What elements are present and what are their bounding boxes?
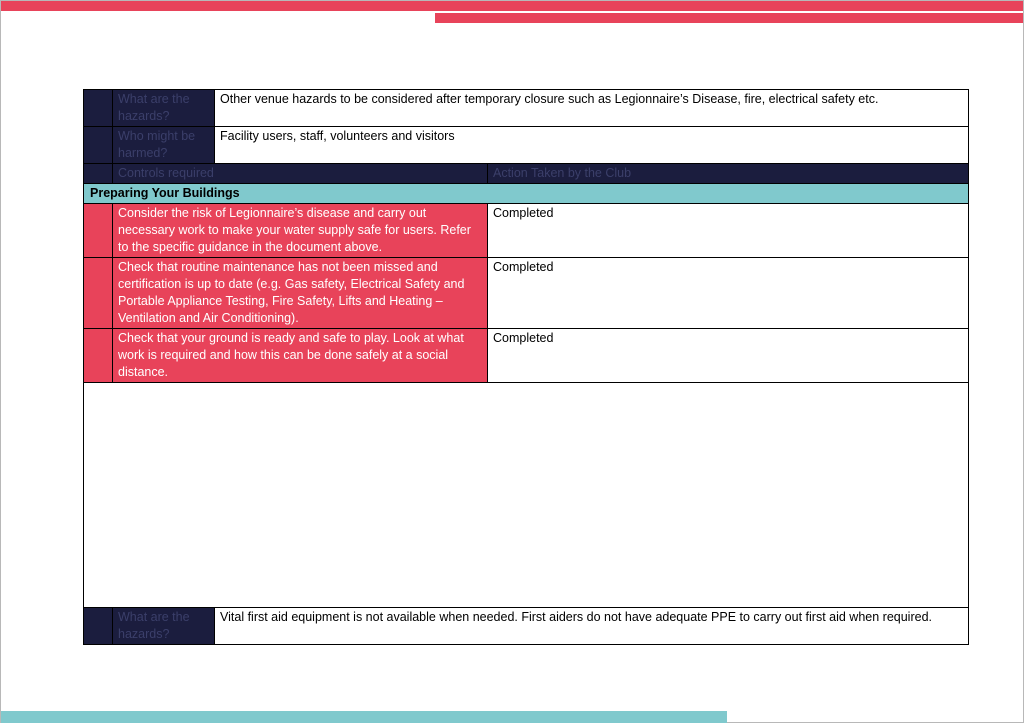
hazards-row: What are the hazards? Vital first aid eq… [83, 607, 970, 645]
bottom-accent-bar [1, 711, 727, 723]
hazards-text: Other venue hazards to be considered aft… [213, 89, 970, 127]
control-row: Check that your ground is ready and safe… [83, 328, 970, 383]
action-text: Completed [486, 257, 970, 329]
controls-header-row: Controls required Action Taken by the Cl… [83, 163, 970, 184]
row-marker [83, 163, 113, 184]
row-marker [83, 126, 113, 164]
controls-header: Controls required [112, 163, 488, 184]
control-row: Check that routine maintenance has not b… [83, 257, 970, 329]
action-text: Completed [486, 203, 970, 258]
row-marker [83, 203, 113, 258]
document-page: What are the hazards? Other venue hazard… [0, 0, 1024, 723]
control-text: Check that routine maintenance has not b… [112, 257, 488, 329]
row-marker [83, 257, 113, 329]
row-marker [83, 89, 113, 127]
hazards-row: What are the hazards? Other venue hazard… [83, 89, 970, 127]
control-row: Consider the risk of Legionnaire’s disea… [83, 203, 970, 258]
hazards-text: Vital first aid equipment is not availab… [213, 607, 970, 645]
harmed-text: Facility users, staff, volunteers and vi… [213, 126, 970, 164]
top-accent-bar-right [435, 1, 1023, 23]
risk-assessment-table: What are the hazards? Other venue hazard… [82, 89, 970, 645]
row-marker [83, 607, 113, 645]
action-text: Completed [486, 328, 970, 383]
hazards-label: What are the hazards? [112, 607, 215, 645]
hazards-label: What are the hazards? [112, 89, 215, 127]
section-heading: Preparing Your Buildings [82, 183, 970, 204]
blank-area [82, 382, 970, 608]
action-header: Action Taken by the Club [486, 163, 970, 184]
row-marker [83, 328, 113, 383]
harmed-label: Who might be harmed? [112, 126, 215, 164]
blank-row [82, 382, 970, 608]
control-text: Check that your ground is ready and safe… [112, 328, 488, 383]
control-text: Consider the risk of Legionnaire’s disea… [112, 203, 488, 258]
harmed-row: Who might be harmed? Facility users, sta… [83, 126, 970, 164]
section-row: Preparing Your Buildings [82, 183, 970, 204]
top-accent-bar [1, 1, 435, 11]
